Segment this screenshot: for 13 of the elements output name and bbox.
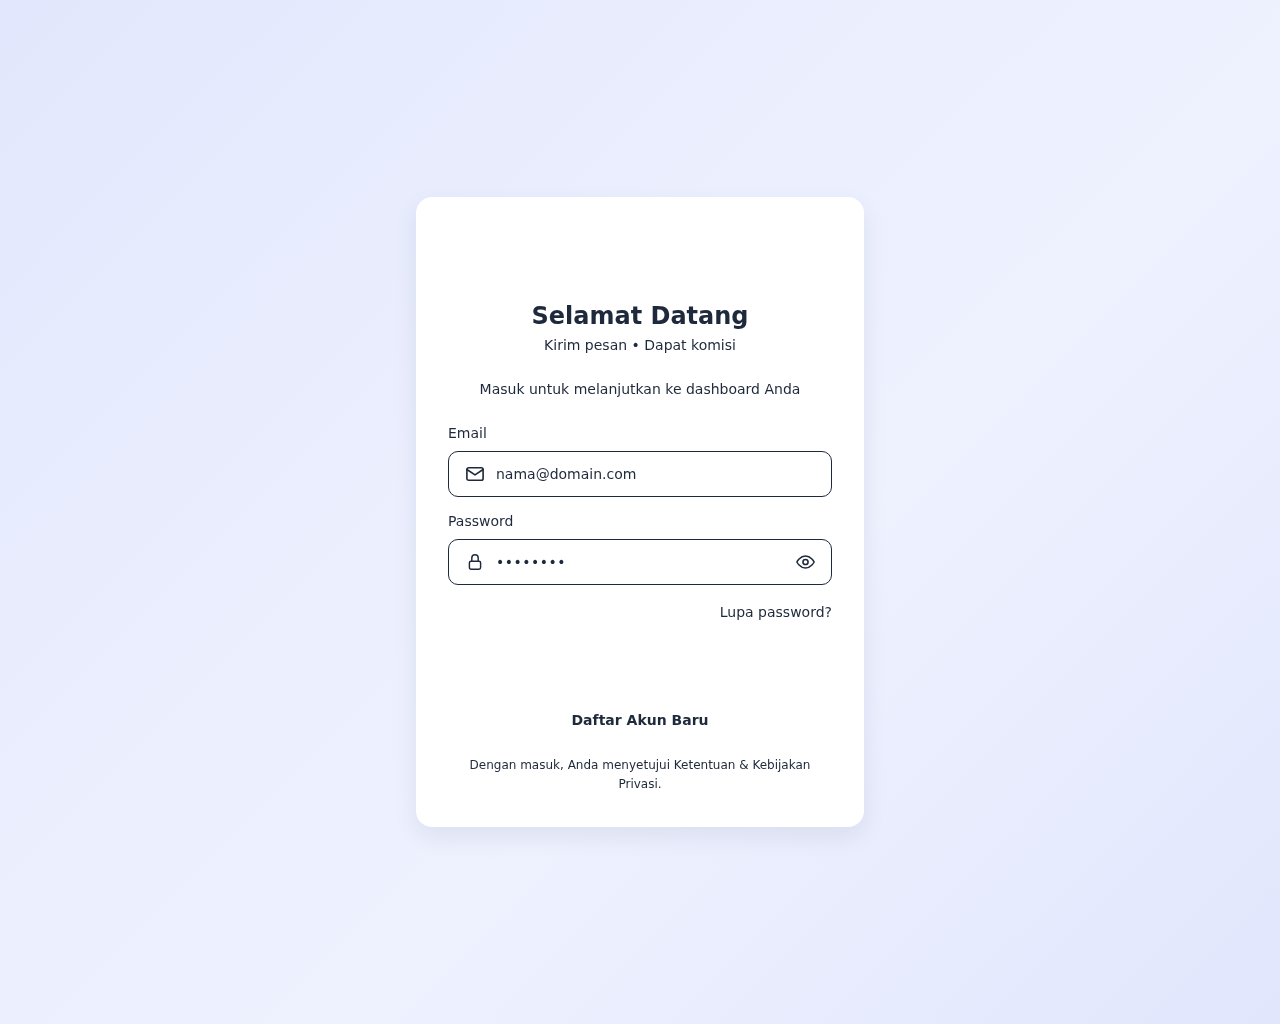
register-link[interactable]: Daftar Akun Baru	[571, 710, 709, 730]
lock-icon	[466, 554, 484, 570]
card-title: Selamat Datang	[531, 301, 749, 331]
password-field[interactable]: ••••••••	[448, 539, 832, 585]
eye-icon[interactable]	[796, 555, 815, 569]
tagline-text: Kirim pesan • Dapat komisi	[544, 336, 736, 355]
terms-note: Dengan masuk, Anda menyetujui Ketentuan & Kebijakan Privasi.	[468, 757, 812, 793]
forgot-password-link[interactable]: Lupa password?	[719, 602, 832, 622]
envelope-icon	[466, 466, 484, 482]
subtitle-text: Masuk untuk melanjutkan ke dashboard Anda	[479, 380, 801, 399]
email-field[interactable]: nama@domain.com	[448, 451, 832, 497]
email-label: Email	[448, 424, 487, 443]
password-label: Password	[448, 512, 514, 531]
